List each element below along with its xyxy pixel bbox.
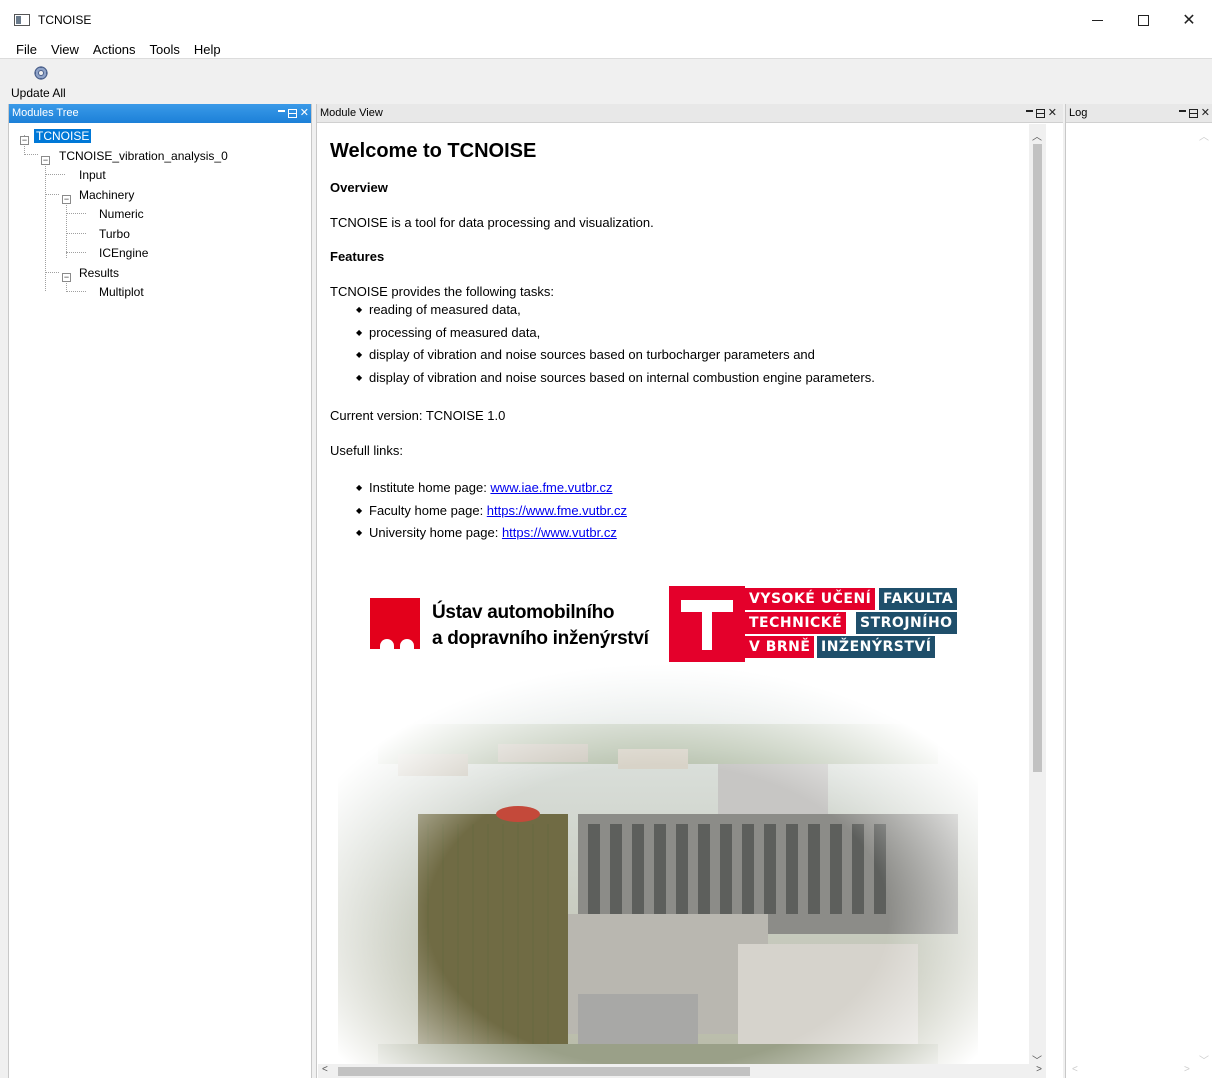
scroll-right-icon[interactable]: > <box>1184 1064 1190 1075</box>
log-panel: Log ✕ ︿ ﹀ < > <box>1065 104 1212 1078</box>
dock-float-icon[interactable] <box>1035 109 1045 118</box>
list-item: Faculty home page: https://www.fme.vutbr… <box>356 502 627 525</box>
tree-item-turbo[interactable]: Turbo <box>99 225 130 243</box>
institute-link[interactable]: www.iae.fme.vutbr.cz <box>490 480 612 495</box>
dock-close-icon[interactable]: ✕ <box>300 104 309 123</box>
update-all-label: Update All <box>11 86 66 100</box>
faculty-link[interactable]: https://www.fme.vutbr.cz <box>487 503 627 518</box>
gear-refresh-icon <box>34 66 48 80</box>
fme-logo-text: STROJNÍHO <box>856 612 957 634</box>
iae-logo-mark <box>370 598 420 649</box>
features-heading: Features <box>330 249 385 264</box>
modules-tree-titlebar[interactable]: Modules Tree ✕ <box>9 104 311 123</box>
overview-text: TCNOISE is a tool for data processing an… <box>330 215 654 230</box>
minimize-button[interactable] <box>1074 0 1120 40</box>
tree-item-analysis[interactable]: TCNOISE_vibration_analysis_0 <box>59 147 228 165</box>
dock-float-icon[interactable] <box>1188 109 1198 118</box>
campus-photo <box>338 664 978 1069</box>
menu-help[interactable]: Help <box>187 40 228 59</box>
list-item: display of vibration and noise sources b… <box>356 346 875 369</box>
menu-tools[interactable]: Tools <box>143 40 187 59</box>
vut-fme-logo: VYSOKÉ UČENÍ FAKULTA TECHNICKÉ STROJNÍHO… <box>669 586 969 662</box>
minimize-icon <box>1091 19 1103 21</box>
tree-item-tcnoise[interactable]: TCNOISE <box>34 127 92 145</box>
dock-close-icon[interactable]: ✕ <box>1048 104 1057 123</box>
app-window: TCNOISE ✕ File View Actions Tools Help U… <box>0 0 1212 1078</box>
dock-minimize-icon[interactable] <box>1178 110 1186 113</box>
list-item: University home page: https://www.vutbr.… <box>356 524 627 547</box>
module-view-panel: Module View ✕ Welcome to TCNOISE Overvie… <box>316 104 1063 1078</box>
close-button[interactable]: ✕ <box>1166 0 1212 40</box>
module-view-hscrollbar[interactable]: < > <box>318 1064 1046 1078</box>
tree-item-icengine[interactable]: ICEngine <box>99 244 148 262</box>
tree-toggle-results[interactable]: − <box>62 273 71 282</box>
list-item: reading of measured data, <box>356 301 875 324</box>
university-link[interactable]: https://www.vutbr.cz <box>502 525 617 540</box>
toolbar: Update All <box>0 60 1212 103</box>
scroll-up-icon[interactable]: ︿ <box>1032 128 1042 143</box>
modules-tree-panel: Modules Tree ✕ − TCNOISE − TCNOISE_vibra… <box>8 104 312 1078</box>
fme-logo-text: INŽENÝRSTVÍ <box>817 636 936 658</box>
app-icon <box>14 14 30 26</box>
title-bar: TCNOISE ✕ <box>0 0 1212 40</box>
dock-close-icon[interactable]: ✕ <box>1201 104 1210 123</box>
scroll-left-icon[interactable]: < <box>1072 1064 1078 1075</box>
vut-t-mark <box>669 586 745 662</box>
modules-tree-title: Modules Tree <box>12 107 79 119</box>
welcome-heading: Welcome to TCNOISE <box>330 140 537 162</box>
fme-logo-text: FAKULTA <box>879 588 958 610</box>
iae-logo-line1: Ústav automobilního <box>432 602 615 623</box>
tree-item-input[interactable]: Input <box>79 166 106 184</box>
module-view-titlebar[interactable]: Module View ✕ <box>317 104 1063 123</box>
overview-heading: Overview <box>330 180 388 195</box>
tree-toggle-machinery[interactable]: − <box>62 195 71 204</box>
iae-logo: Ústav automobilního a dopravního inženýr… <box>370 598 670 658</box>
menu-file[interactable]: File <box>9 40 44 59</box>
list-item: processing of measured data, <box>356 324 875 347</box>
features-list: reading of measured data, processing of … <box>356 301 875 391</box>
menu-view[interactable]: View <box>44 40 86 59</box>
welcome-content: Welcome to TCNOISE Overview TCNOISE is a… <box>318 124 1045 1069</box>
links-heading: Usefull links: <box>330 443 403 458</box>
dock-float-icon[interactable] <box>287 109 297 118</box>
scroll-thumb[interactable] <box>338 1067 750 1076</box>
log-titlebar[interactable]: Log ✕ <box>1066 104 1212 123</box>
features-intro: TCNOISE provides the following tasks: <box>330 284 554 299</box>
menu-actions[interactable]: Actions <box>86 40 143 59</box>
maximize-icon <box>1137 14 1149 26</box>
scroll-up-icon[interactable]: ︿ <box>1199 128 1209 143</box>
vut-logo-text: V BRNĚ <box>745 636 815 658</box>
tree-item-multiplot[interactable]: Multiplot <box>99 283 144 301</box>
window-title: TCNOISE <box>38 13 92 27</box>
maximize-button[interactable] <box>1120 0 1166 40</box>
tree-toggle-root[interactable]: − <box>20 136 29 145</box>
dock-minimize-icon[interactable] <box>277 110 285 113</box>
iae-logo-line2: a dopravního inženýrství <box>432 628 649 649</box>
tree-toggle-analysis[interactable]: − <box>41 156 50 165</box>
scroll-right-icon[interactable]: > <box>1036 1064 1042 1075</box>
log-vscrollbar[interactable]: ︿ ﹀ <box>1195 124 1212 1069</box>
update-all-button[interactable]: Update All <box>6 62 76 102</box>
module-view-title: Module View <box>320 107 383 119</box>
vut-logo-text: VYSOKÉ UČENÍ <box>745 588 876 610</box>
dock-minimize-icon[interactable] <box>1025 110 1033 113</box>
tree-item-machinery[interactable]: Machinery <box>79 186 134 204</box>
module-view-vscrollbar[interactable]: ︿ ﹀ <box>1029 124 1046 1069</box>
tree-item-numeric[interactable]: Numeric <box>99 205 144 223</box>
scroll-left-icon[interactable]: < <box>322 1064 328 1075</box>
log-hscrollbar[interactable]: < > <box>1066 1064 1212 1078</box>
tree-item-results[interactable]: Results <box>79 264 119 282</box>
menu-bar: File View Actions Tools Help <box>0 40 1212 59</box>
log-title: Log <box>1069 107 1088 119</box>
list-item: Institute home page: www.iae.fme.vutbr.c… <box>356 479 627 502</box>
close-icon: ✕ <box>1182 12 1196 29</box>
list-item: display of vibration and noise sources b… <box>356 369 875 392</box>
links-list: Institute home page: www.iae.fme.vutbr.c… <box>356 479 627 547</box>
scroll-thumb[interactable] <box>1033 144 1042 772</box>
version-text: Current version: TCNOISE 1.0 <box>330 408 506 423</box>
vut-logo-text: TECHNICKÉ <box>745 612 847 634</box>
